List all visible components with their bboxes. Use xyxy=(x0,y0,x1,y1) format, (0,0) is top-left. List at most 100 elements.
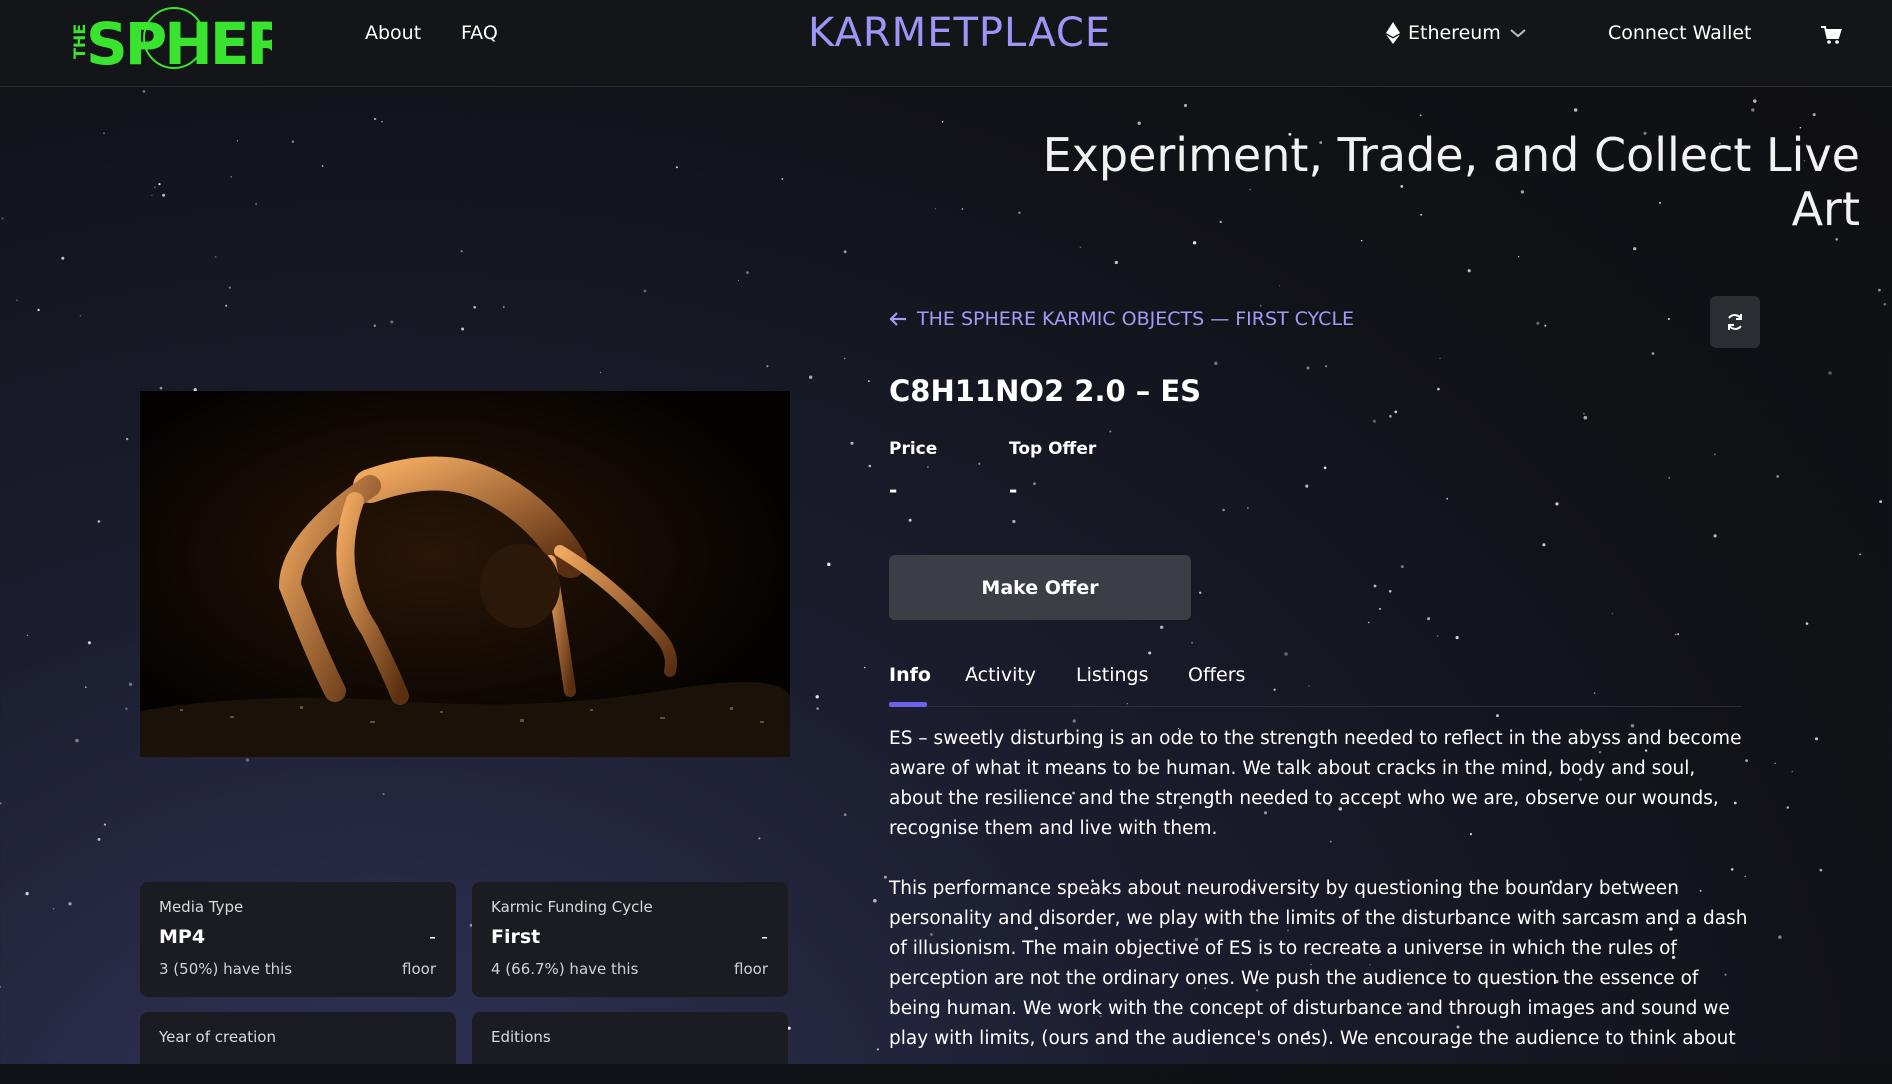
star xyxy=(1072,719,1076,723)
item-description: ES – sweetly disturbing is an ode to the… xyxy=(889,724,1749,1084)
nav-about[interactable]: About xyxy=(365,22,421,44)
star xyxy=(941,121,944,123)
the-sphere-logo[interactable]: THE SPHERE xyxy=(62,4,272,72)
star xyxy=(737,279,740,282)
star xyxy=(1455,636,1459,640)
star xyxy=(16,299,18,301)
star xyxy=(883,875,887,879)
star xyxy=(382,793,385,796)
star xyxy=(225,304,228,307)
star xyxy=(1278,285,1281,287)
star xyxy=(1675,633,1677,636)
star xyxy=(255,202,258,206)
star xyxy=(1677,633,1680,636)
trait-floor-label: floor xyxy=(734,960,768,978)
trait-card-karmic-funding-cycle[interactable]: Karmic Funding Cycle First - 4 (66.7%) h… xyxy=(472,882,788,997)
star xyxy=(1555,502,1559,506)
star xyxy=(159,386,163,390)
star xyxy=(0,802,2,805)
star xyxy=(746,271,749,274)
star xyxy=(599,371,602,374)
star xyxy=(460,250,463,253)
trait-card-media-type[interactable]: Media Type MP4 - 3 (50%) have this floor xyxy=(140,882,456,997)
tab-activity[interactable]: Activity xyxy=(965,664,1036,686)
star xyxy=(1198,591,1202,595)
star xyxy=(158,182,161,186)
star xyxy=(52,908,55,910)
star xyxy=(816,707,819,710)
network-selector[interactable]: Ethereum xyxy=(1386,22,1527,44)
tab-offers[interactable]: Offers xyxy=(1188,664,1245,686)
trait-rarity: 4 (66.7%) have this xyxy=(491,960,639,978)
trait-rarity: 3 (50%) have this xyxy=(159,960,293,978)
star xyxy=(1835,238,1838,241)
star xyxy=(1012,519,1016,524)
star xyxy=(1372,419,1377,423)
make-offer-button[interactable]: Make Offer xyxy=(889,555,1191,620)
artwork-image[interactable] xyxy=(140,391,790,757)
star xyxy=(214,256,217,258)
star xyxy=(1583,415,1588,420)
active-tab-indicator xyxy=(889,702,927,707)
star xyxy=(1137,121,1141,125)
star xyxy=(1753,99,1757,103)
star xyxy=(1791,770,1794,773)
star xyxy=(103,823,106,826)
star xyxy=(934,208,937,210)
star xyxy=(1114,260,1118,265)
trait-floor-price: - xyxy=(429,926,436,948)
star xyxy=(787,1026,791,1030)
star xyxy=(1305,484,1309,488)
trait-label: Karmic Funding Cycle xyxy=(491,898,653,916)
arrow-left-icon xyxy=(889,312,906,326)
trait-floor-label: floor xyxy=(402,960,436,978)
connect-wallet-button[interactable]: Connect Wallet xyxy=(1608,22,1752,44)
star xyxy=(1778,935,1782,939)
star xyxy=(1148,651,1152,655)
star xyxy=(1394,410,1398,414)
trait-card-editions[interactable]: Editions xyxy=(472,1012,788,1064)
star xyxy=(808,375,813,379)
star xyxy=(321,165,324,167)
star xyxy=(84,686,87,689)
star xyxy=(236,140,238,142)
star xyxy=(103,132,105,134)
star xyxy=(1713,453,1716,456)
star xyxy=(1667,317,1670,321)
top-offer-label: Top Offer xyxy=(1009,439,1097,459)
star xyxy=(1467,269,1471,273)
star xyxy=(1878,288,1881,292)
nav-faq[interactable]: FAQ xyxy=(461,22,498,44)
star xyxy=(0,985,2,988)
star xyxy=(1859,553,1862,556)
star xyxy=(1496,714,1499,718)
star xyxy=(1786,806,1790,809)
star xyxy=(142,90,146,93)
star xyxy=(68,902,72,906)
star xyxy=(843,357,846,360)
star xyxy=(1222,508,1225,512)
star xyxy=(97,520,101,523)
star xyxy=(151,194,153,197)
cart-icon[interactable] xyxy=(1820,24,1842,46)
star xyxy=(79,314,82,317)
star xyxy=(1633,247,1637,251)
star xyxy=(758,837,761,840)
star xyxy=(1427,617,1431,621)
star xyxy=(1247,507,1249,509)
trait-card-year-of-creation[interactable]: Year of creation xyxy=(140,1012,456,1064)
collection-back-link[interactable]: THE SPHERE KARMIC OBJECTS — FIRST CYCLE xyxy=(889,308,1354,330)
refresh-button[interactable] xyxy=(1710,296,1760,348)
trait-floor-price: - xyxy=(761,926,768,948)
star xyxy=(1883,302,1887,306)
star xyxy=(291,140,295,143)
tab-info[interactable]: Info xyxy=(889,664,931,686)
brand-title[interactable]: KARMETPLACE xyxy=(808,10,1111,56)
star xyxy=(1611,613,1613,615)
star xyxy=(1324,365,1328,368)
dancer-performance-image xyxy=(140,391,790,757)
star xyxy=(1574,108,1578,112)
price-label: Price xyxy=(889,439,938,459)
tab-listings[interactable]: Listings xyxy=(1076,664,1149,686)
star xyxy=(1109,430,1112,433)
